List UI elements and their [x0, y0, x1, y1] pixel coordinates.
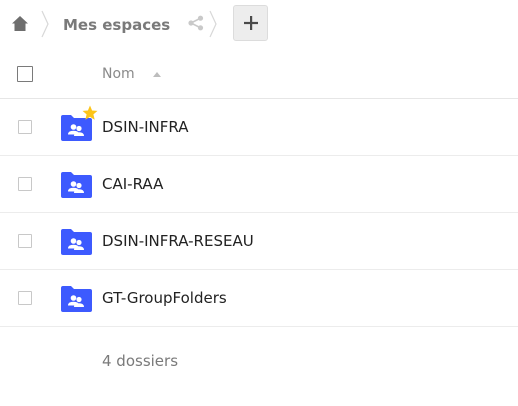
- row-checkbox[interactable]: [18, 234, 32, 248]
- file-count-summary: 4 dossiers: [102, 352, 179, 370]
- file-name[interactable]: GT-GroupFolders: [102, 289, 227, 307]
- name-column-header[interactable]: Nom: [102, 65, 135, 83]
- favorite-star-icon[interactable]: [82, 105, 98, 121]
- plus-icon: [243, 16, 258, 30]
- file-name[interactable]: CAI-RAA: [102, 175, 163, 193]
- breadcrumb-separator-icon: [209, 10, 217, 38]
- select-all-checkbox[interactable]: [17, 66, 33, 82]
- share-icon[interactable]: [187, 15, 205, 31]
- row-checkbox[interactable]: [18, 120, 32, 134]
- add-button[interactable]: [233, 5, 268, 41]
- group-folder-icon[interactable]: [61, 229, 92, 255]
- row-checkbox[interactable]: [18, 177, 32, 191]
- breadcrumb: Mes espaces: [0, 0, 518, 50]
- breadcrumb-current[interactable]: Mes espaces: [63, 16, 170, 34]
- file-name[interactable]: DSIN-INFRA-RESEAU: [102, 232, 254, 250]
- home-icon[interactable]: [10, 14, 30, 32]
- file-list-header: Nom: [0, 50, 518, 99]
- sort-ascending-icon[interactable]: [153, 72, 161, 77]
- table-row[interactable]: CAI-RAA: [0, 156, 518, 213]
- breadcrumb-separator-icon: [41, 10, 49, 38]
- file-name[interactable]: DSIN-INFRA: [102, 118, 188, 136]
- table-row[interactable]: DSIN-INFRA: [0, 99, 518, 156]
- group-folder-icon[interactable]: [61, 172, 92, 198]
- table-row[interactable]: DSIN-INFRA-RESEAU: [0, 213, 518, 270]
- table-row[interactable]: GT-GroupFolders: [0, 270, 518, 327]
- row-checkbox[interactable]: [18, 291, 32, 305]
- group-folder-icon[interactable]: [61, 286, 92, 312]
